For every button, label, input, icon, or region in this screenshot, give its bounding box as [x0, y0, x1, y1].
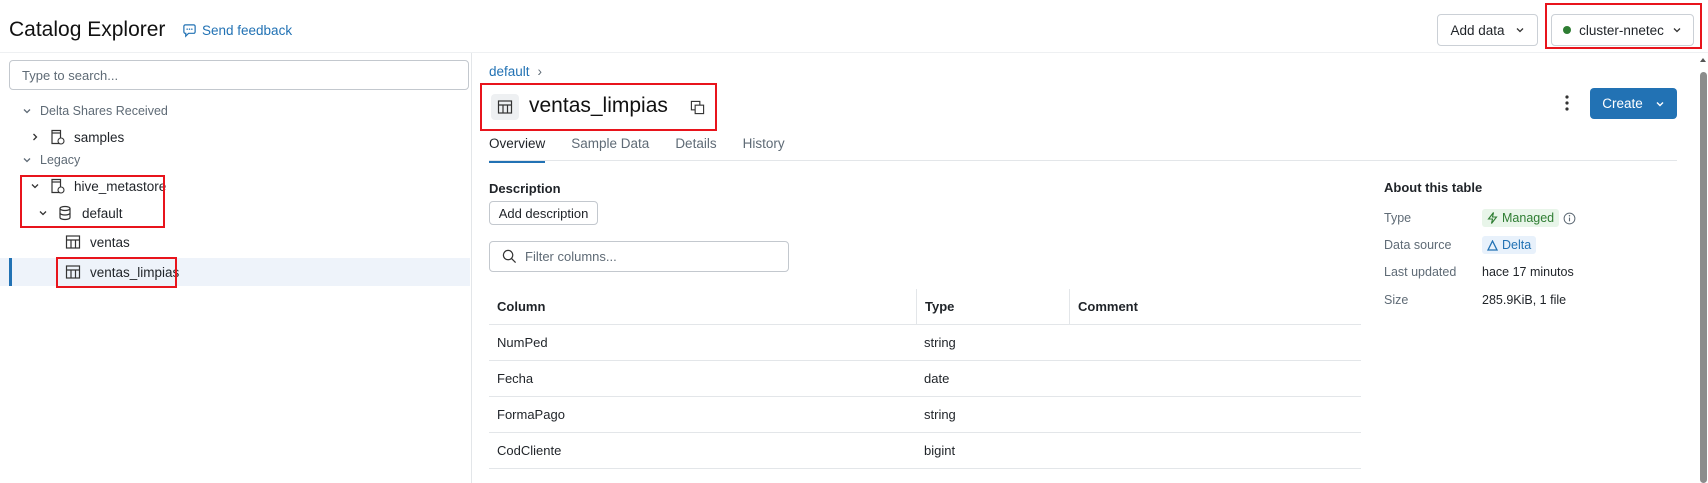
tree-section-label: Delta Shares Received: [40, 104, 168, 118]
table-title: ventas_limpias: [529, 94, 668, 117]
create-label: Create: [1602, 96, 1643, 111]
about-key: Data source: [1384, 238, 1452, 252]
tree-section-label: Legacy: [40, 153, 81, 167]
about-value: hace 17 minutos: [1482, 265, 1574, 279]
info-icon[interactable]: [1563, 212, 1576, 225]
cell-comment[interactable]: [1069, 397, 1361, 432]
about-key: Last updated: [1384, 265, 1457, 279]
more-options-icon[interactable]: [1560, 92, 1574, 114]
cell-type: string: [924, 335, 956, 350]
cell-type: bigint: [924, 443, 956, 458]
catalog-share-icon: [48, 128, 66, 146]
table-row: FormaPago string: [489, 397, 1361, 433]
search-input[interactable]: [9, 60, 469, 90]
managed-badge: Managed: [1482, 209, 1560, 227]
header-divider: [0, 52, 1708, 53]
tab-history[interactable]: History: [743, 136, 785, 163]
cell-column: Fecha: [497, 371, 534, 386]
table-header-row: Column Type Comment: [489, 289, 1361, 325]
breadcrumb-separator: ›: [537, 64, 543, 79]
cluster-selector[interactable]: cluster-nnetec: [1551, 14, 1694, 46]
description-label: Description: [489, 181, 561, 196]
delta-badge: Delta: [1482, 236, 1537, 254]
delta-label: Delta: [1502, 238, 1532, 252]
about-key: Size: [1384, 293, 1409, 307]
copy-icon[interactable]: [690, 100, 705, 115]
cell-type: string: [924, 407, 956, 422]
delta-icon: [1487, 239, 1498, 251]
tab-sample-data[interactable]: Sample Data: [571, 136, 649, 163]
highlight-box-tree: [20, 175, 165, 228]
tab-overview[interactable]: Overview: [489, 136, 546, 163]
chevron-down-icon: [1655, 99, 1665, 109]
speech-bubble-icon: [182, 23, 197, 38]
tree-section-delta-shares[interactable]: Delta Shares Received: [0, 98, 470, 124]
chevron-down-icon: [1515, 25, 1525, 35]
chevron-down-icon: [20, 153, 34, 167]
cell-column: NumPed: [497, 335, 548, 350]
table-row: CodCliente bigint: [489, 433, 1361, 469]
tab-details[interactable]: Details: [675, 136, 716, 163]
selection-indicator: [9, 258, 12, 286]
create-button[interactable]: Create: [1590, 88, 1677, 119]
about-value: Delta: [1482, 236, 1537, 254]
breadcrumb-link[interactable]: default: [489, 64, 530, 79]
page-title: Catalog Explorer: [9, 18, 166, 41]
table-row: Fecha date: [489, 361, 1361, 397]
filter-placeholder: Filter columns...: [525, 249, 617, 264]
filter-columns-input[interactable]: Filter columns...: [489, 241, 789, 272]
cluster-label: cluster-nnetec: [1579, 22, 1664, 38]
tree-section-legacy[interactable]: Legacy: [0, 147, 470, 173]
cell-type: date: [924, 371, 950, 386]
header-column[interactable]: Column: [489, 289, 916, 324]
breadcrumb: default ›: [489, 64, 542, 79]
table-row: NumPed string: [489, 325, 1361, 361]
about-title: About this table: [1384, 180, 1483, 195]
chevron-down-icon: [20, 104, 34, 118]
add-description-button[interactable]: Add description: [489, 201, 598, 225]
about-value: Managed: [1482, 209, 1576, 227]
table-icon: [491, 94, 519, 120]
cell-column: FormaPago: [497, 407, 565, 422]
about-value: 285.9KiB, 1 file: [1482, 293, 1567, 307]
tree-item-label: samples: [74, 129, 125, 145]
header-type[interactable]: Type: [916, 289, 1069, 324]
cell-column: CodCliente: [497, 443, 562, 458]
add-data-label: Add data: [1450, 22, 1505, 38]
send-feedback-label: Send feedback: [202, 23, 293, 38]
cluster-status-dot: [1563, 26, 1572, 34]
tab-bar: Overview Sample Data Details History: [489, 136, 785, 163]
sidebar-divider: [471, 53, 472, 483]
tree-item-ventas[interactable]: ventas: [0, 229, 470, 255]
chevron-down-icon: [1672, 25, 1682, 35]
about-key: Type: [1384, 211, 1412, 225]
tree-item-label: ventas: [90, 234, 130, 250]
scrollbar-thumb[interactable]: [1700, 72, 1707, 483]
cell-comment[interactable]: [1069, 433, 1361, 468]
columns-table: Column Type Comment NumPed string Fecha …: [489, 289, 1361, 469]
tabs-divider: [489, 160, 1677, 161]
highlight-box-selected: [56, 257, 177, 288]
search-icon: [502, 249, 517, 264]
table-icon: [64, 233, 82, 251]
cell-comment[interactable]: [1069, 361, 1361, 396]
cell-comment[interactable]: [1069, 325, 1361, 360]
lightning-icon: [1487, 212, 1498, 224]
managed-label: Managed: [1502, 211, 1555, 225]
chevron-right-icon: [28, 130, 42, 144]
add-data-button[interactable]: Add data: [1437, 14, 1538, 46]
send-feedback-link[interactable]: Send feedback: [182, 23, 292, 38]
header-comment[interactable]: Comment: [1069, 289, 1361, 324]
